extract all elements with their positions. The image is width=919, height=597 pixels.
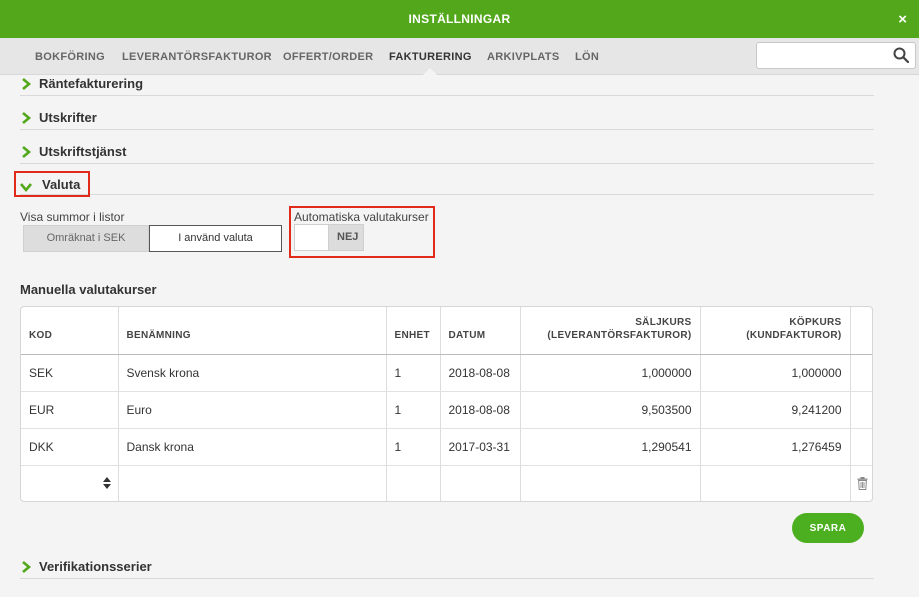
new-row bbox=[21, 465, 872, 501]
col-header-actions bbox=[850, 307, 872, 355]
kod-select[interactable] bbox=[21, 466, 114, 501]
section-label: Utskrifter bbox=[39, 110, 97, 125]
cell-actions bbox=[850, 354, 872, 392]
active-tab-indicator bbox=[422, 68, 438, 76]
table-header-row: KOD BENÄMNING ENHET DATUM SÄLJKURS (LEVER… bbox=[21, 307, 872, 355]
highlight-box-valuta bbox=[14, 171, 90, 197]
new-datum-cell[interactable] bbox=[440, 465, 521, 501]
cell-benamning[interactable]: Dansk krona bbox=[118, 428, 387, 466]
col-header-saljkurs[interactable]: SÄLJKURS (LEVERANTÖRSFAKTUROR) bbox=[520, 307, 701, 355]
cell-saljkurs[interactable]: 1,290541 bbox=[520, 428, 701, 466]
cell-enhet[interactable]: 1 bbox=[386, 354, 441, 392]
chevron-right-icon bbox=[22, 112, 32, 124]
updown-arrows-icon bbox=[102, 477, 111, 490]
col-header-benamning[interactable]: BENÄMNING bbox=[118, 307, 387, 355]
col-header-enhet-label: ENHET bbox=[394, 329, 430, 341]
section-rantefakturering[interactable]: Räntefakturering bbox=[20, 76, 874, 96]
search-icon[interactable] bbox=[893, 47, 909, 63]
tab-offert-order[interactable]: OFFERT/ORDER bbox=[283, 51, 373, 63]
col-header-kod-label: KOD bbox=[29, 329, 53, 341]
chevron-right-icon bbox=[22, 78, 32, 90]
saljkurs-line2: (LEVERANTÖRSFAKTUROR) bbox=[547, 329, 692, 341]
section-label: Utskriftstjänst bbox=[39, 144, 127, 159]
save-button[interactable]: SPARA bbox=[792, 513, 864, 543]
cell-saljkurs[interactable]: 1,000000 bbox=[520, 354, 701, 392]
section-verifikationsserier[interactable]: Verifikationsserier bbox=[20, 559, 874, 579]
tab-bokforing[interactable]: BOKFÖRING bbox=[35, 51, 105, 63]
window-title: INSTÄLLNINGAR bbox=[408, 12, 511, 26]
table-row[interactable]: SEK Svensk krona 1 2018-08-08 1,000000 1… bbox=[21, 354, 872, 392]
cell-enhet[interactable]: 1 bbox=[386, 391, 441, 429]
cell-kopkurs[interactable]: 1,000000 bbox=[700, 354, 851, 392]
section-valuta[interactable]: Valuta bbox=[20, 177, 874, 195]
col-header-kopkurs[interactable]: KÖPKURS (KUNDFAKTUROR) bbox=[700, 307, 851, 355]
title-bar: INSTÄLLNINGAR × bbox=[0, 0, 919, 38]
delete-cell bbox=[850, 465, 872, 501]
cell-actions bbox=[850, 391, 872, 429]
section-utskriftstjanst[interactable]: Utskriftstjänst bbox=[20, 144, 874, 164]
tab-fakturering[interactable]: FAKTURERING bbox=[389, 51, 472, 63]
col-header-datum[interactable]: DATUM bbox=[440, 307, 521, 355]
search-box bbox=[756, 42, 916, 69]
cell-benamning[interactable]: Euro bbox=[118, 391, 387, 429]
close-icon[interactable]: × bbox=[898, 11, 907, 28]
section-label: Räntefakturering bbox=[39, 76, 144, 91]
manual-rates-heading: Manuella valutakurser bbox=[20, 282, 157, 297]
visa-summor-label: Visa summor i listor bbox=[20, 210, 125, 224]
cell-enhet[interactable]: 1 bbox=[386, 428, 441, 466]
cell-kod[interactable]: DKK bbox=[21, 428, 119, 466]
cell-actions bbox=[850, 428, 872, 466]
tab-arkivplats[interactable]: ARKIVPLATS bbox=[487, 51, 559, 63]
chevron-right-icon bbox=[22, 146, 32, 158]
currency-table: KOD BENÄMNING ENHET DATUM SÄLJKURS (LEVER… bbox=[20, 306, 873, 502]
cell-kod[interactable]: EUR bbox=[21, 391, 119, 429]
tab-leverantorsfakturor[interactable]: LEVERANTÖRSFAKTUROR bbox=[122, 51, 272, 63]
new-benamning-cell[interactable] bbox=[118, 465, 387, 501]
new-enhet-cell[interactable] bbox=[386, 465, 441, 501]
option-omraknat-sek[interactable]: Omräknat i SEK bbox=[23, 225, 149, 252]
saljkurs-line1: SÄLJKURS bbox=[635, 316, 692, 328]
cell-benamning[interactable]: Svensk krona bbox=[118, 354, 387, 392]
chevron-right-icon bbox=[22, 561, 32, 573]
cell-kopkurs[interactable]: 9,241200 bbox=[700, 391, 851, 429]
tab-lon[interactable]: LÖN bbox=[575, 51, 599, 63]
table-row[interactable]: EUR Euro 1 2018-08-08 9,503500 9,241200 bbox=[21, 391, 872, 429]
col-header-enhet[interactable]: ENHET bbox=[386, 307, 441, 355]
new-saljkurs-cell[interactable] bbox=[520, 465, 701, 501]
section-utskrifter[interactable]: Utskrifter bbox=[20, 110, 874, 130]
cell-kopkurs[interactable]: 1,276459 bbox=[700, 428, 851, 466]
highlight-box-auto bbox=[289, 206, 435, 258]
table-row[interactable]: DKK Dansk krona 1 2017-03-31 1,290541 1,… bbox=[21, 428, 872, 466]
cell-datum[interactable]: 2018-08-08 bbox=[440, 354, 521, 392]
section-label: Verifikationsserier bbox=[39, 559, 152, 574]
cell-saljkurs[interactable]: 9,503500 bbox=[520, 391, 701, 429]
option-anvand-valuta[interactable]: I använd valuta bbox=[149, 225, 282, 252]
cell-datum[interactable]: 2017-03-31 bbox=[440, 428, 521, 466]
cell-kod[interactable]: SEK bbox=[21, 354, 119, 392]
kopkurs-line1: KÖPKURS bbox=[789, 316, 842, 328]
search-input[interactable] bbox=[763, 47, 887, 65]
new-kod-select[interactable] bbox=[21, 465, 119, 501]
trash-icon[interactable] bbox=[857, 477, 868, 491]
col-header-benamning-label: BENÄMNING bbox=[126, 329, 191, 341]
kopkurs-line2: (KUNDFAKTUROR) bbox=[746, 329, 842, 341]
cell-datum[interactable]: 2018-08-08 bbox=[440, 391, 521, 429]
col-header-kod[interactable]: KOD bbox=[21, 307, 119, 355]
new-kopkurs-cell[interactable] bbox=[700, 465, 851, 501]
col-header-datum-label: DATUM bbox=[448, 329, 486, 341]
